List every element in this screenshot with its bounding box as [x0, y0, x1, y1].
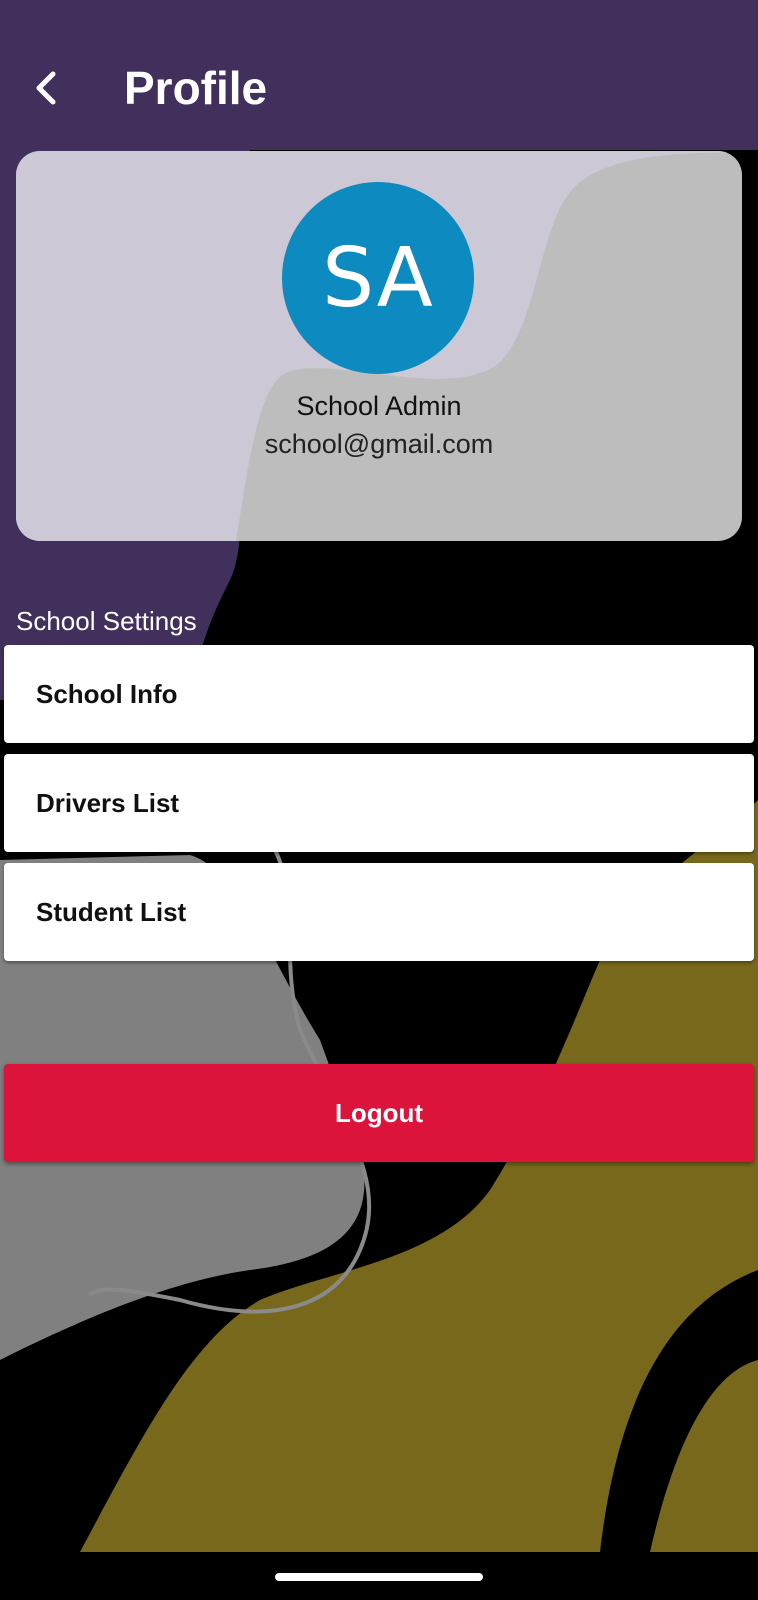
avatar[interactable]: SA	[282, 182, 474, 374]
avatar-initials: SA	[322, 230, 434, 326]
settings-item-label: School Info	[36, 678, 178, 709]
settings-item-school-info[interactable]: School Info	[4, 645, 754, 743]
profile-name: School Admin	[296, 391, 462, 421]
chevron-left-icon	[36, 71, 56, 105]
section-title-school-settings: School Settings	[16, 606, 197, 636]
profile-email: school@gmail.com	[264, 429, 494, 459]
settings-item-drivers-list[interactable]: Drivers List	[4, 754, 754, 852]
home-indicator[interactable]	[275, 1573, 483, 1581]
page-title: Profile	[124, 62, 268, 114]
profile-card: SA School Admin school@gmail.com	[16, 151, 742, 541]
settings-item-label: Student List	[36, 896, 187, 927]
settings-list: School Info Drivers List Student List	[4, 645, 754, 972]
back-button[interactable]	[22, 56, 70, 120]
settings-item-student-list[interactable]: Student List	[4, 863, 754, 961]
logout-button[interactable]: Logout	[4, 1064, 754, 1162]
app-header: Profile	[0, 0, 758, 150]
settings-item-label: Drivers List	[36, 787, 180, 818]
